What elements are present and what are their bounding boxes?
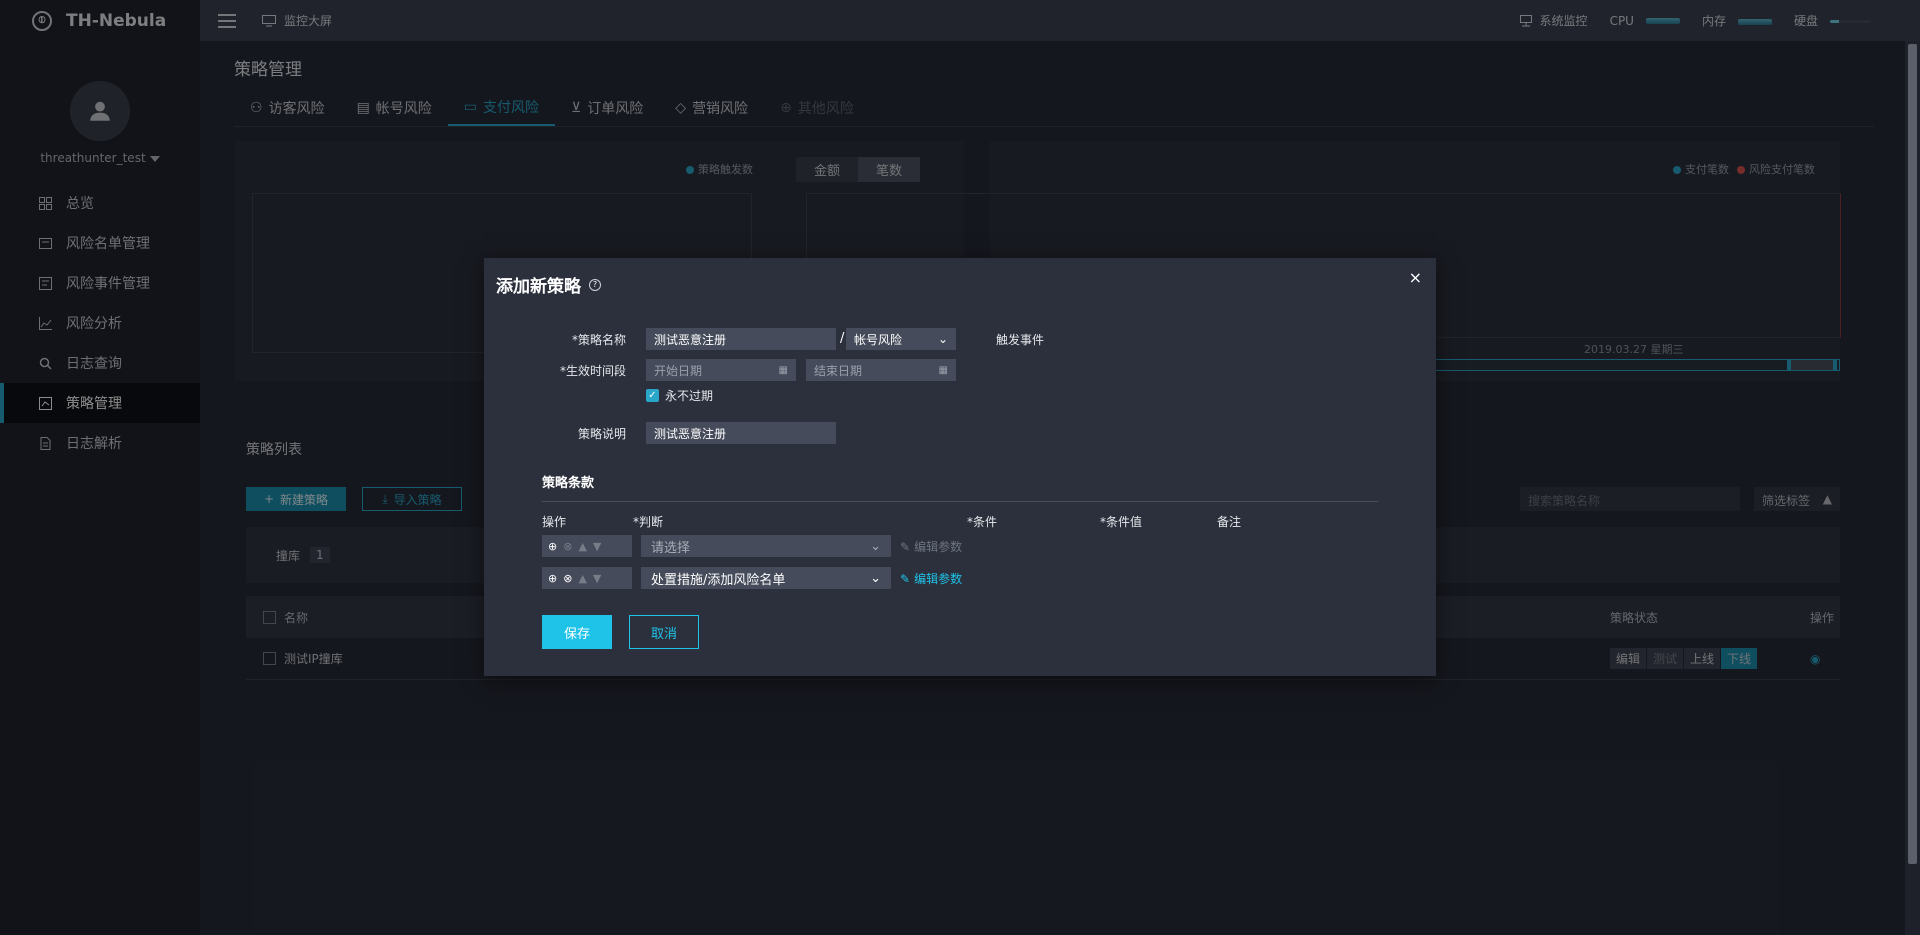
clause-row-2-edit-params[interactable]: ✎ 编辑参数 — [900, 570, 962, 587]
col-judge: *判断 — [633, 515, 664, 529]
start-date-field[interactable]: 开始日期 ▦ — [646, 359, 796, 381]
section-divider — [542, 501, 1378, 502]
description-label: 策略说明 — [577, 427, 626, 441]
add-clause-icon[interactable]: ⊕ — [548, 572, 557, 585]
never-expire-checkbox[interactable]: ✓ 永不过期 — [646, 387, 713, 404]
move-down-icon[interactable]: ▼ — [593, 540, 601, 553]
app-root: ⦶ TH-Nebula threathunter_test 总览 风险名单管理 … — [0, 0, 1920, 935]
policy-name-label: *策略名称 — [571, 333, 626, 347]
name-separator: / — [840, 331, 845, 346]
cancel-button[interactable]: 取消 — [629, 615, 699, 649]
clause-row-1-ops: ⊕ ⊗ ▲ ▼ — [542, 535, 632, 557]
page-scrollbar[interactable] — [1905, 41, 1920, 935]
check-icon: ✓ — [646, 389, 659, 402]
period-label: *生效时间段 — [559, 364, 626, 378]
move-up-icon[interactable]: ▲ — [578, 540, 586, 553]
close-icon[interactable]: × — [1409, 268, 1422, 287]
col-operation: 操作 — [542, 515, 567, 529]
move-up-icon[interactable]: ▲ — [578, 572, 586, 585]
move-down-icon[interactable]: ▼ — [593, 572, 601, 585]
chevron-down-icon: ⌄ — [937, 332, 948, 346]
end-date-field[interactable]: 结束日期 ▦ — [806, 359, 956, 381]
save-button[interactable]: 保存 — [542, 615, 612, 649]
clause-row-2-judge-select[interactable]: 处置措施/添加风险名单 ⌄ — [641, 567, 891, 589]
trigger-event-label[interactable]: 触发事件 — [996, 331, 1044, 348]
add-clause-icon[interactable]: ⊕ — [548, 540, 557, 553]
calendar-icon: ▦ — [778, 364, 788, 376]
clause-row-1-judge-select[interactable]: 请选择 ⌄ — [641, 535, 891, 557]
dialog-title: 添加新策略 ? — [496, 272, 601, 297]
col-condition-value: *条件值 — [1100, 515, 1143, 529]
help-icon[interactable]: ? — [589, 278, 601, 291]
description-field[interactable]: 测试恶意注册 — [646, 422, 836, 444]
scrollbar-thumb[interactable] — [1908, 44, 1917, 864]
remove-clause-icon[interactable]: ⊗ — [563, 540, 572, 553]
clause-section-title: 策略条款 — [542, 476, 595, 491]
pencil-icon: ✎ — [900, 571, 911, 586]
pencil-icon: ✎ — [900, 539, 911, 554]
policy-name-field[interactable]: 测试恶意注册 — [646, 328, 836, 350]
chevron-down-icon: ⌄ — [870, 570, 881, 586]
policy-category-select[interactable]: 帐号风险 ⌄ — [846, 328, 956, 350]
remove-clause-icon[interactable]: ⊗ — [563, 572, 572, 585]
col-condition: *条件 — [967, 515, 998, 529]
col-note: 备注 — [1217, 515, 1242, 529]
clause-row-2-ops: ⊕ ⊗ ▲ ▼ — [542, 567, 632, 589]
chevron-down-icon: ⌄ — [870, 538, 881, 554]
clause-row-1-edit-params[interactable]: ✎ 编辑参数 — [900, 538, 962, 555]
add-policy-dialog: 添加新策略 ? × *策略名称 测试恶意注册 / 帐号风险 ⌄ 触发事件 *生效时… — [484, 258, 1436, 676]
calendar-icon: ▦ — [938, 364, 948, 376]
